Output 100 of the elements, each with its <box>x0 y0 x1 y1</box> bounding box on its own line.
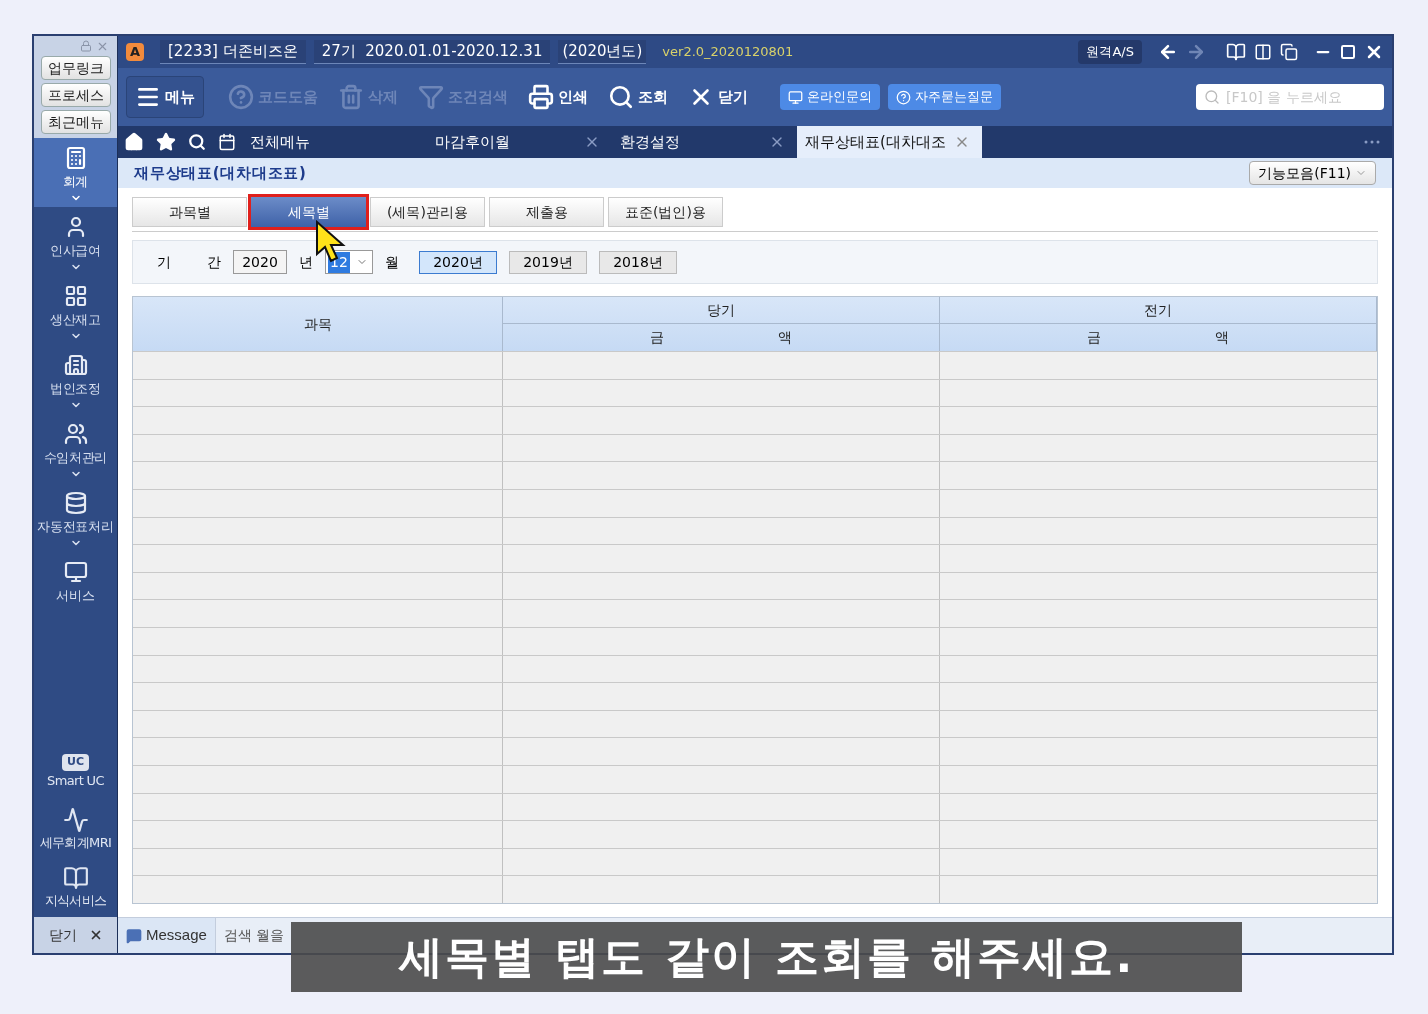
chat-bubble-icon: UC <box>62 754 89 771</box>
question-icon <box>228 84 254 110</box>
search-icon[interactable] <box>188 133 206 151</box>
page-title: 재무상태표(대차대조표) <box>134 162 307 184</box>
period-field[interactable]: 27기 2020.01.01-2020.12.31 <box>313 40 551 64</box>
table-row[interactable] <box>133 351 1377 379</box>
view-tab[interactable]: 세목별 <box>251 197 366 227</box>
filter-icon <box>418 84 444 110</box>
service-item[interactable]: UC Smart UC <box>34 743 117 801</box>
table-row[interactable] <box>133 847 1377 876</box>
star-icon[interactable] <box>156 132 176 152</box>
view-tab[interactable]: (세목)관리용 <box>370 197 485 227</box>
table-row[interactable] <box>133 516 1377 545</box>
table-row[interactable] <box>133 626 1377 655</box>
year-button[interactable]: 2019년 <box>509 250 587 274</box>
people-icon <box>63 422 88 446</box>
year-unit: 년 <box>299 252 313 272</box>
period-label: 기 <box>157 252 171 272</box>
toolbar-button[interactable]: 조회 <box>600 76 676 118</box>
toolbar-button[interactable]: 인쇄 <box>520 76 596 118</box>
home-icon[interactable] <box>124 132 144 152</box>
view-tab[interactable]: 표준(법인)용 <box>608 197 723 227</box>
book-icon[interactable] <box>1226 42 1246 62</box>
module-item[interactable]: 법인조정 <box>34 345 117 414</box>
column-header: 액 <box>1215 328 1229 347</box>
book-icon <box>62 865 89 892</box>
module-item[interactable]: 서비스 <box>34 552 117 621</box>
module-item[interactable]: 수임처관리 <box>34 414 117 483</box>
table-row[interactable] <box>133 433 1377 462</box>
grid-icon[interactable] <box>1254 43 1272 61</box>
sidebar-button[interactable]: 프로세스 <box>40 83 111 107</box>
view-tab[interactable]: 과목별 <box>132 197 247 227</box>
column-header: 액 <box>778 328 792 347</box>
search-icon <box>608 84 634 110</box>
table-row[interactable] <box>133 764 1377 793</box>
sidebar-button[interactable]: 업무링크 <box>40 56 111 80</box>
video-caption: 세목별 탭도 같이 조회를 해주세요. <box>291 922 1242 992</box>
windows-icon[interactable] <box>1280 43 1298 61</box>
printer-icon <box>528 84 554 110</box>
back-icon[interactable] <box>1158 42 1178 62</box>
toolbar-button[interactable]: 메뉴 <box>126 76 204 118</box>
table-row[interactable] <box>133 875 1377 903</box>
version-text: ver2.0_2020120801 <box>662 43 794 62</box>
tab[interactable]: 재무상태표(대차대조 <box>797 126 982 158</box>
view-tab[interactable]: 제출용 <box>489 197 604 227</box>
year-button[interactable]: 2018년 <box>599 250 677 274</box>
table-row[interactable] <box>133 709 1377 738</box>
tab[interactable]: 전체메뉴 <box>242 126 427 158</box>
chat-icon <box>126 927 142 944</box>
monitor-icon <box>63 560 88 584</box>
tab[interactable]: 환경설정 <box>612 126 797 158</box>
table-row[interactable] <box>133 544 1377 572</box>
pulse-icon <box>62 807 89 834</box>
module-item[interactable]: 자동전표처리 <box>34 483 117 552</box>
toolbar-button[interactable]: 닫기 <box>680 76 756 118</box>
table-row[interactable] <box>133 654 1377 683</box>
table-row[interactable] <box>133 792 1377 821</box>
table-row[interactable] <box>133 406 1377 434</box>
table-row[interactable] <box>133 820 1377 848</box>
column-header: 금 <box>1087 328 1101 347</box>
trash-icon <box>338 84 364 110</box>
question-icon <box>896 89 911 105</box>
column-header: 당기 <box>503 297 940 324</box>
year-button[interactable]: 2020년 <box>419 250 497 274</box>
calendar-icon[interactable] <box>218 133 236 151</box>
monitor-icon <box>788 89 803 105</box>
table-row[interactable] <box>133 571 1377 600</box>
table-row[interactable] <box>133 378 1377 407</box>
grid-icon <box>63 284 88 308</box>
lock-icon[interactable] <box>80 40 92 52</box>
module-item[interactable]: 생산재고 <box>34 276 117 345</box>
message-button[interactable]: Message <box>118 918 216 953</box>
maximize-icon[interactable] <box>1340 44 1356 60</box>
fiscal-year-field[interactable]: (2020년도) <box>558 40 647 64</box>
search-icon <box>1204 89 1220 105</box>
status-hint: 검색 월을 <box>223 926 285 945</box>
forward-icon[interactable] <box>1186 42 1206 62</box>
app-logo: A <box>126 43 144 61</box>
service-item[interactable]: 지식서비스 <box>34 859 117 917</box>
company-field[interactable]: [2233] 더존비즈온 <box>160 40 306 64</box>
database-icon <box>63 491 88 515</box>
sidebar-button[interactable]: 최근메뉴 <box>40 110 111 134</box>
period-label: 간 <box>207 252 221 272</box>
column-header: 전기 <box>940 297 1377 324</box>
building-icon <box>63 353 88 377</box>
tab[interactable]: 마감후이월 <box>427 126 612 158</box>
table-row[interactable] <box>133 461 1377 489</box>
functions-dropdown[interactable]: 기능모음(F11) <box>1249 161 1376 185</box>
module-item[interactable]: 인사급여 <box>34 207 117 276</box>
table-row[interactable] <box>133 737 1377 765</box>
table-row[interactable] <box>133 488 1377 517</box>
table-row[interactable] <box>133 682 1377 710</box>
year-field[interactable]: 2020 <box>233 250 287 274</box>
remote-support-button[interactable]: 원격A/S <box>1078 40 1142 64</box>
table-row[interactable] <box>133 599 1377 627</box>
more-icon[interactable] <box>1364 140 1380 144</box>
column-header: 금 <box>650 328 664 347</box>
module-item[interactable]: 회계 <box>34 138 117 207</box>
month-unit: 월 <box>385 252 399 272</box>
service-item[interactable]: 세무회계MRI <box>34 801 117 859</box>
